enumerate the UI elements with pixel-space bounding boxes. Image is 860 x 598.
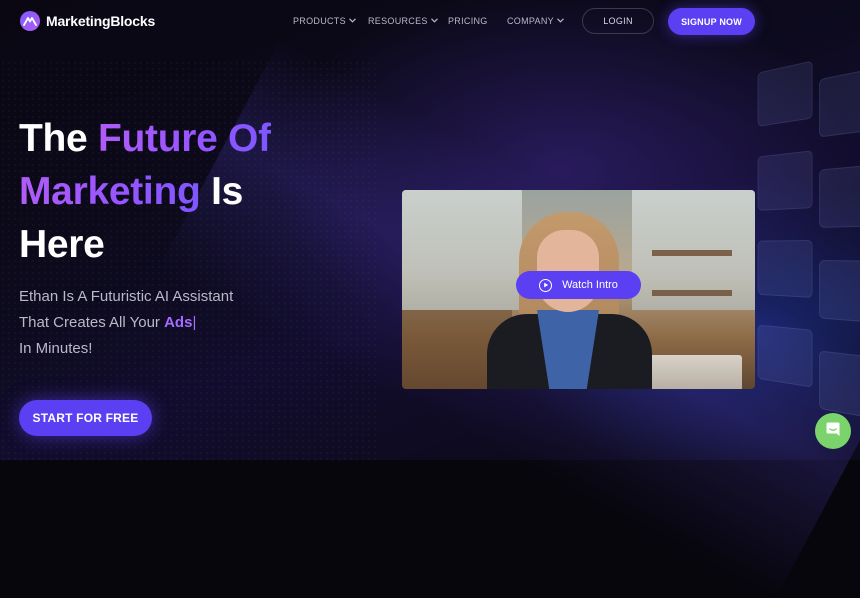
signup-button[interactable]: SIGNUP NOW xyxy=(668,8,755,35)
nav-item-label: RESOURCES xyxy=(368,16,428,26)
video-bg-shelf xyxy=(652,250,732,256)
bg-tile xyxy=(757,150,813,211)
headline-line-1: The Future Of xyxy=(19,117,271,160)
nav-item-label: COMPANY xyxy=(507,16,554,26)
watch-intro-button[interactable]: Watch Intro xyxy=(516,271,641,299)
brand-name: MarketingBlocks xyxy=(46,13,156,29)
login-button[interactable]: LOGIN xyxy=(582,8,654,34)
brand-logo[interactable]: MarketingBlocks xyxy=(20,11,155,31)
hero-headline: The Future Of Marketing Is Here xyxy=(19,112,271,271)
video-bg-shelf xyxy=(652,290,732,296)
nav-item-resources[interactable]: RESOURCES xyxy=(368,16,438,26)
bg-tile xyxy=(819,163,860,228)
hero-subtitle: Ethan Is A Futuristic AI Assistant That … xyxy=(19,284,233,362)
chat-widget-button[interactable] xyxy=(815,413,851,449)
background-tiles xyxy=(751,21,860,478)
nav-item-pricing[interactable]: PRICING xyxy=(448,16,488,26)
headline-line-2: Marketing Is xyxy=(19,170,243,213)
typing-caret: | xyxy=(192,314,197,331)
site-header: MarketingBlocks PRODUCTS RESOURCES PRICI… xyxy=(0,0,860,44)
chevron-down-icon xyxy=(557,17,564,25)
nav-item-products[interactable]: PRODUCTS xyxy=(293,16,356,26)
headline-highlight: Marketing xyxy=(19,170,201,213)
bg-tile xyxy=(819,66,860,138)
headline-word: The xyxy=(19,117,88,160)
nav-item-label: PRICING xyxy=(448,16,488,26)
nav-item-label: PRODUCTS xyxy=(293,16,346,26)
subtitle-highlight: Ads xyxy=(164,314,193,331)
headline-line-3: Here xyxy=(19,223,105,266)
bg-tile xyxy=(819,260,860,324)
chevron-down-icon xyxy=(348,17,356,25)
chevron-down-icon xyxy=(430,17,438,25)
subtitle-line-3: In Minutes! xyxy=(19,340,93,357)
subtitle-line-2: That Creates All Your Ads| xyxy=(19,310,233,336)
chat-bubble-icon xyxy=(825,421,841,442)
subtitle-text: That Creates All Your xyxy=(19,314,160,331)
bg-tile xyxy=(757,60,813,127)
headline-word: Is xyxy=(211,170,243,213)
headline-highlight: Future Of xyxy=(97,117,271,160)
watch-intro-label: Watch Intro xyxy=(562,279,618,291)
start-for-free-button[interactable]: START FOR FREE xyxy=(19,400,152,436)
mountain-logo-icon xyxy=(20,11,40,31)
nav-item-company[interactable]: COMPANY xyxy=(507,16,564,26)
bg-tile xyxy=(819,350,860,421)
play-circle-icon xyxy=(539,278,553,292)
subtitle-line-1: Ethan Is A Futuristic AI Assistant xyxy=(19,288,234,305)
bg-tile xyxy=(757,240,813,298)
bg-tile xyxy=(757,324,813,388)
hero-section: The Future Of Marketing Is Here xyxy=(19,112,271,271)
